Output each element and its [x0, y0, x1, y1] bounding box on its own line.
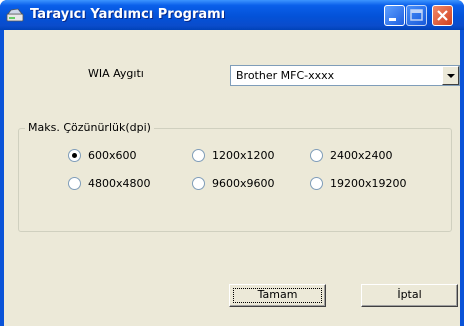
radio-2400x2400[interactable] [310, 149, 323, 162]
option-label-600x600: 600x600 [88, 149, 137, 162]
wia-device-label: WIA Aygıtı [88, 67, 144, 80]
resolution-group-label: Maks. Çözünürlük(dpi) [25, 121, 154, 134]
radio-1200x1200[interactable] [192, 149, 205, 162]
wia-device-dropdown[interactable]: Brother MFC-xxxx [230, 65, 460, 86]
cancel-button[interactable]: İptal [361, 284, 458, 307]
option-label-19200x19200: 19200x19200 [330, 177, 407, 190]
wia-device-value: Brother MFC-xxxx [236, 69, 335, 82]
option-label-4800x4800: 4800x4800 [88, 177, 151, 190]
radio-9600x9600[interactable] [192, 177, 205, 190]
cancel-button-label: İptal [397, 288, 422, 301]
ok-button[interactable]: Tamam [229, 284, 326, 307]
radio-600x600[interactable] [68, 149, 81, 162]
focus-rectangle [233, 288, 322, 303]
window-title: Tarayıcı Yardımcı Programı [30, 7, 226, 22]
title-bar[interactable]: Tarayıcı Yardımcı Programı [0, 0, 464, 30]
dropdown-arrow-icon[interactable] [442, 66, 459, 85]
radio-19200x19200[interactable] [310, 177, 323, 190]
minimize-icon[interactable] [384, 5, 405, 26]
option-label-9600x9600: 9600x9600 [212, 177, 275, 190]
option-label-2400x2400: 2400x2400 [330, 149, 393, 162]
scanner-icon [6, 8, 24, 22]
maximize-icon[interactable] [406, 5, 427, 26]
dialog-body: WIA Aygıtı Brother MFC-xxxx Maks. Çözünü… [4, 30, 460, 326]
radio-4800x4800[interactable] [68, 177, 81, 190]
option-label-1200x1200: 1200x1200 [212, 149, 275, 162]
close-icon[interactable] [432, 5, 453, 26]
dialog-window: Tarayıcı Yardımcı Programı WIA Aygıtı Br… [0, 0, 464, 326]
